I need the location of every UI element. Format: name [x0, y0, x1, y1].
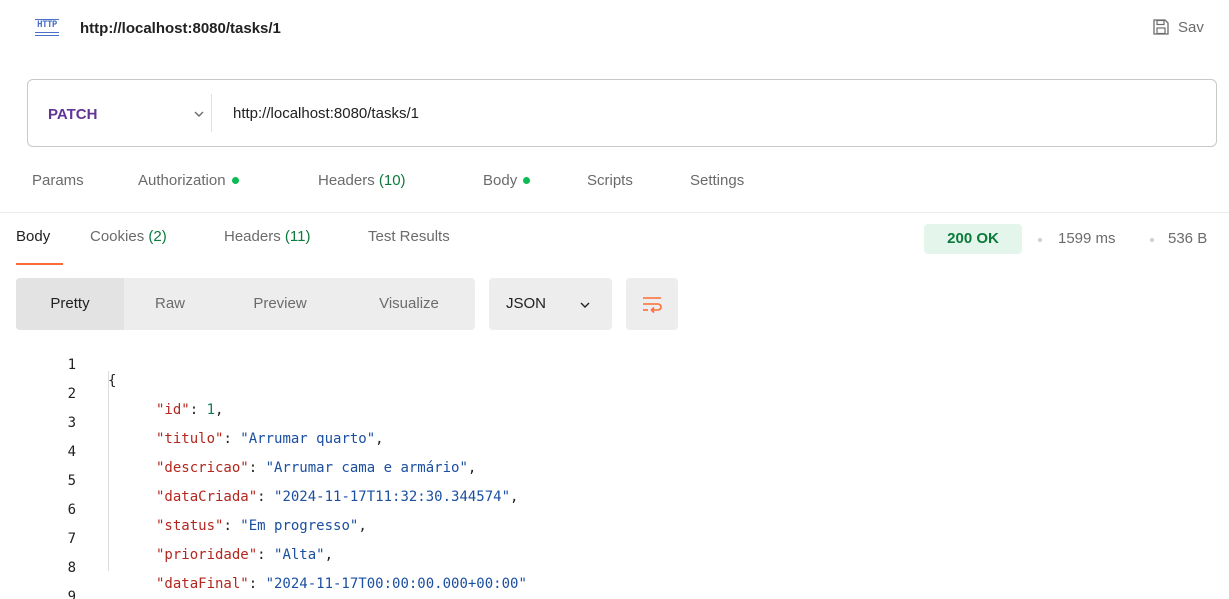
active-tab-indicator — [16, 263, 63, 265]
chevron-down-icon — [580, 302, 590, 308]
json-value: "2024-11-17T11:32:30.344574" — [274, 489, 511, 505]
request-header-bar: HTTP http://localhost:8080/tasks/1 Sav — [0, 0, 1229, 60]
json-key: "prioridade" — [156, 547, 258, 563]
view-mode-selector: Pretty Raw Preview Visualize — [16, 278, 475, 330]
json-brace: { — [108, 373, 117, 389]
json-value: "Alta" — [274, 547, 325, 563]
request-bar: PATCH — [27, 79, 1217, 147]
line-number: 5 — [67, 473, 76, 489]
view-pretty[interactable]: Pretty — [16, 278, 124, 330]
view-visualize[interactable]: Visualize — [356, 278, 462, 330]
url-input[interactable] — [233, 100, 1133, 126]
format-select[interactable]: JSON — [489, 278, 612, 330]
http-icon-label: HTTP — [37, 20, 57, 30]
response-tab-body[interactable]: Body — [16, 228, 50, 245]
tab-headers[interactable]: Headers (10) — [318, 172, 406, 189]
response-size[interactable]: 536 B — [1168, 230, 1207, 247]
json-key: "id" — [156, 402, 190, 418]
tab-authorization[interactable]: Authorization — [138, 172, 239, 189]
divider — [211, 94, 212, 132]
wrap-lines-button[interactable] — [626, 278, 678, 330]
http-icon: HTTP — [33, 18, 61, 40]
line-number: 8 — [67, 560, 76, 576]
json-key: "dataFinal" — [156, 576, 249, 592]
json-value: "Arrumar quarto" — [240, 431, 376, 447]
format-label: JSON — [506, 295, 547, 312]
code-line: 3 "titulo": "Arrumar quarto", — [0, 399, 384, 447]
json-key: "dataCriada" — [156, 489, 258, 505]
chevron-down-icon[interactable] — [193, 108, 205, 120]
line-number: 1 — [67, 357, 76, 373]
code-line: 7 "prioridade": "Alta", — [0, 515, 333, 563]
json-key: "status" — [156, 518, 224, 534]
code-line: 9 } — [0, 573, 76, 599]
json-key: "titulo" — [156, 431, 224, 447]
line-number: 9 — [67, 589, 76, 599]
line-number: 6 — [67, 502, 76, 518]
tab-settings[interactable]: Settings — [690, 172, 744, 189]
tab-params[interactable]: Params — [32, 172, 84, 189]
tab-body[interactable]: Body — [483, 172, 531, 189]
json-value: 1 — [206, 402, 216, 418]
code-line: 4 "descricao": "Arrumar cama e armário", — [0, 428, 477, 476]
separator-dot — [1150, 238, 1154, 242]
status-badge[interactable]: 200 OK — [924, 224, 1022, 254]
status-dot-icon — [523, 176, 531, 184]
line-number: 2 — [67, 386, 76, 402]
view-preview[interactable]: Preview — [226, 278, 334, 330]
save-label: Sav — [1178, 18, 1204, 36]
response-tab-test-results[interactable]: Test Results — [368, 228, 450, 245]
response-tab-cookies[interactable]: Cookies (2) — [90, 228, 167, 245]
code-line: 5 "dataCriada": "2024-11-17T11:32:30.344… — [0, 457, 519, 505]
indent-guide — [108, 371, 109, 571]
save-button[interactable]: Sav — [1152, 18, 1204, 36]
line-number: 3 — [67, 415, 76, 431]
code-line: 6 "status": "Em progresso", — [0, 486, 367, 534]
response-time[interactable]: 1599 ms — [1058, 230, 1116, 247]
json-value: "Em progresso" — [240, 518, 359, 534]
json-value: "Arrumar cama e armário" — [265, 460, 468, 476]
code-line: 1 { — [0, 341, 117, 389]
json-key: "descricao" — [156, 460, 249, 476]
request-name[interactable]: http://localhost:8080/tasks/1 — [80, 20, 281, 37]
response-tab-headers[interactable]: Headers (11) — [224, 228, 310, 245]
code-line: 8 "dataFinal": "2024-11-17T00:00:00.000+… — [0, 544, 527, 592]
line-number: 7 — [67, 531, 76, 547]
line-number: 4 — [67, 444, 76, 460]
tab-scripts[interactable]: Scripts — [587, 172, 633, 189]
separator-dot — [1038, 238, 1042, 242]
view-raw[interactable]: Raw — [134, 278, 206, 330]
section-divider — [0, 212, 1229, 213]
json-value: "2024-11-17T00:00:00.000+00:00" — [265, 576, 527, 592]
wrap-lines-icon — [643, 297, 662, 314]
code-line: 2 "id": 1, — [0, 370, 224, 418]
status-dot-icon — [231, 176, 239, 184]
method-select[interactable]: PATCH — [48, 106, 97, 123]
save-icon — [1153, 19, 1169, 35]
